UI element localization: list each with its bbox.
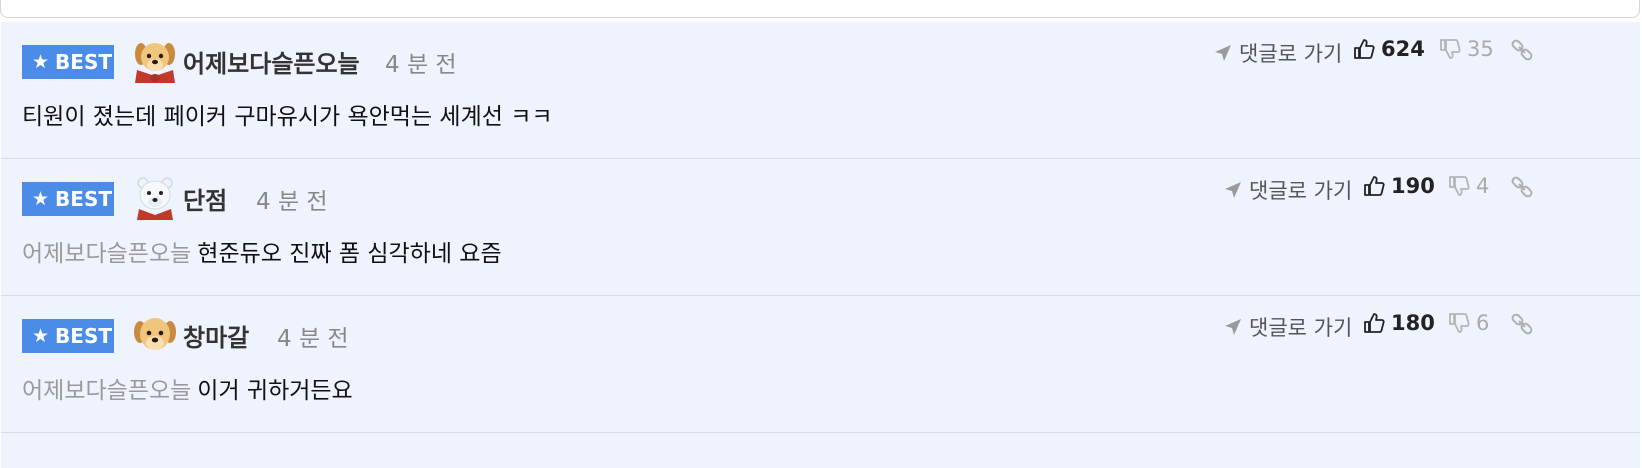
puppy-icon[interactable] (131, 310, 179, 358)
thumbs-up-icon (1364, 313, 1385, 333)
link-icon[interactable] (1510, 175, 1534, 199)
like-button[interactable]: 190 (1363, 174, 1435, 198)
star-icon: ★ (32, 324, 50, 347)
best-badge-label: BEST (55, 324, 112, 348)
comment-item: ★ BEST 창마갈 4 분 전 어제보다슬픈오늘 이거 귀하거든요 댓글로 가… (1, 296, 1640, 433)
best-badge-label: BEST (55, 187, 112, 211)
send-arrow-icon (1225, 319, 1241, 335)
like-count: 180 (1391, 311, 1435, 335)
dislike-count: 6 (1476, 311, 1490, 335)
comment-author[interactable]: 단점 (183, 181, 227, 216)
dislike-button[interactable]: 4 (1448, 174, 1489, 198)
goto-comment-link[interactable]: 댓글로 가기 (1213, 38, 1342, 68)
thumbs-down-icon (1440, 39, 1461, 59)
comment-body: 어제보다슬픈오늘 현준듀오 진짜 폼 심각하네 요즘 (22, 234, 502, 268)
star-icon: ★ (32, 50, 50, 73)
goto-comment-label: 댓글로 가기 (1249, 316, 1353, 340)
comment-time: 4 분 전 (256, 189, 328, 215)
like-count: 624 (1381, 37, 1425, 61)
dislike-count: 4 (1476, 174, 1490, 198)
best-badge: ★ BEST (22, 182, 114, 216)
best-badge: ★ BEST (22, 319, 114, 353)
like-button[interactable]: 180 (1363, 311, 1435, 335)
goto-comment-label: 댓글로 가기 (1239, 42, 1343, 66)
best-comments-list: ★ BEST 어제보다슬픈오늘 4 분 전 티원이 졌는데 페이커 구마유시가 … (1, 22, 1640, 468)
comment-body: 티원이 졌는데 페이커 구마유시가 욕안먹는 세계선 ㅋㅋ (22, 97, 553, 131)
reply-to-user[interactable]: 어제보다슬픈오늘 (22, 241, 191, 267)
comment-item: ★ BEST 단점 4 분 전 어제보다슬픈오늘 현준듀오 진짜 폼 심각하네 요… (1, 159, 1640, 296)
link-icon[interactable] (1510, 312, 1534, 336)
best-badge-label: BEST (55, 50, 112, 74)
comment-time: 4 분 전 (385, 52, 457, 78)
best-badge: ★ BEST (22, 45, 114, 79)
link-icon[interactable] (1510, 38, 1534, 62)
goto-comment-link[interactable]: 댓글로 가기 (1223, 175, 1352, 205)
comment-text: 현준듀오 진짜 폼 심각하네 요즘 (197, 241, 502, 267)
like-count: 190 (1391, 174, 1435, 198)
comment-author[interactable]: 창마갈 (183, 318, 249, 353)
thumbs-down-icon (1449, 176, 1470, 196)
puppy-red-scarf-icon[interactable] (131, 36, 179, 84)
previous-comment-box-edge (0, 0, 1640, 18)
thumbs-up-icon (1354, 39, 1375, 59)
dislike-count: 35 (1467, 37, 1494, 61)
like-button[interactable]: 624 (1353, 37, 1425, 61)
thumbs-up-icon (1364, 176, 1385, 196)
dislike-button[interactable]: 35 (1439, 37, 1494, 61)
dislike-button[interactable]: 6 (1448, 311, 1489, 335)
comment-time: 4 분 전 (277, 326, 349, 352)
send-arrow-icon (1215, 45, 1231, 61)
comment-item: ★ BEST 어제보다슬픈오늘 4 분 전 티원이 졌는데 페이커 구마유시가 … (1, 22, 1640, 159)
comment-page: ★ BEST 어제보다슬픈오늘 4 분 전 티원이 졌는데 페이커 구마유시가 … (0, 0, 1642, 468)
comment-text: 티원이 졌는데 페이커 구마유시가 욕안먹는 세계선 ㅋㅋ (22, 104, 553, 130)
reply-to-user[interactable]: 어제보다슬픈오늘 (22, 378, 191, 404)
goto-comment-link[interactable]: 댓글로 가기 (1223, 312, 1352, 342)
star-icon: ★ (32, 187, 50, 210)
goto-comment-label: 댓글로 가기 (1249, 179, 1353, 203)
send-arrow-icon (1225, 182, 1241, 198)
comment-body: 어제보다슬픈오늘 이거 귀하거든요 (22, 371, 353, 405)
polar-bear-icon[interactable] (131, 173, 179, 221)
comment-author[interactable]: 어제보다슬픈오늘 (183, 44, 360, 79)
comment-text: 이거 귀하거든요 (197, 378, 353, 404)
thumbs-down-icon (1449, 313, 1470, 333)
